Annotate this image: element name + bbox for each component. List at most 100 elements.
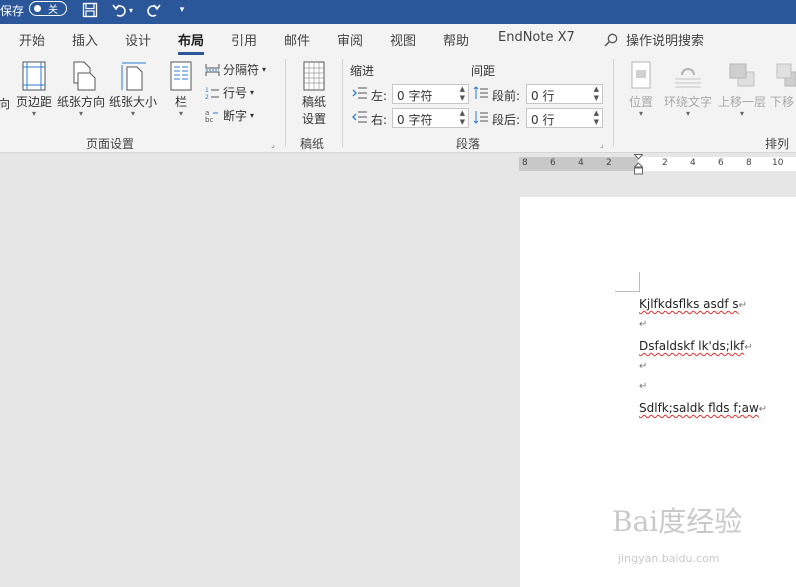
group-divider — [613, 59, 614, 147]
indent-right-label: 右: — [371, 113, 388, 127]
paragraph-mark-icon: ↵ — [639, 381, 648, 392]
redo-icon[interactable] — [143, 0, 163, 20]
bring-forward-label: 上移一层 — [717, 95, 766, 109]
spacing-before-input[interactable]: 0 行 ▲ ▼ — [526, 84, 603, 104]
tab-help[interactable]: 帮助 — [443, 30, 469, 49]
paragraph[interactable]: Sdlfk;saldk flds f;aw↵ — [639, 401, 767, 415]
position-icon — [631, 61, 651, 89]
spacing-after-input[interactable]: 0 行 ▲ ▼ — [526, 108, 603, 128]
indent-right-input[interactable]: 0 字符 ▲ ▼ — [392, 108, 469, 128]
draft-group-label: 稿纸 — [300, 137, 325, 151]
customize-toolbar-icon[interactable]: ▾ — [172, 0, 192, 20]
hyphenation-label: 断字 — [223, 109, 248, 123]
text-direction-label: 向 — [0, 97, 11, 111]
bring-forward-button[interactable]: 上移一层 ▾ — [716, 61, 768, 118]
tab-layout[interactable]: 布局 — [178, 30, 205, 55]
ruler-tick: 10 — [772, 158, 784, 168]
ribbon-layout: 向 页边距 ▾ 纸张方向 ▾ 纸张大小 ▾ 栏 ▾ 分隔符 ▾ 12 行号 ▾ … — [0, 55, 796, 153]
undo-dropdown-icon[interactable]: ▾ — [126, 0, 136, 20]
draft-settings-label-1: 稿纸 — [301, 95, 326, 109]
size-label: 纸张大小 — [108, 95, 157, 109]
spinner-arrows-icon[interactable]: ▲ ▼ — [594, 109, 599, 127]
indent-title: 缩进 — [350, 64, 375, 78]
position-button[interactable]: 位置 ▾ — [624, 61, 658, 118]
spinner-arrows-icon[interactable]: ▲ ▼ — [460, 85, 465, 103]
ruler-tick: 2 — [606, 158, 612, 168]
ruler-tick: 8 — [522, 158, 528, 168]
line-numbers-icon: 12 — [205, 87, 219, 100]
position-label: 位置 — [628, 95, 653, 109]
group-divider — [342, 59, 343, 147]
paragraph[interactable]: ↵ — [639, 358, 647, 372]
ruler-tick: 4 — [690, 158, 696, 168]
size-button[interactable]: 纸张大小 ▾ — [108, 61, 158, 118]
paragraph[interactable]: ↵ — [639, 316, 647, 330]
hyphenation-dropdown-icon: ▾ — [250, 111, 255, 120]
bring-forward-dropdown-icon: ▾ — [739, 109, 744, 118]
breaks-icon — [205, 63, 220, 76]
svg-text:bc: bc — [205, 116, 213, 123]
spacing-after-icon — [473, 111, 488, 124]
line-numbers-button[interactable]: 12 行号 ▾ — [205, 84, 254, 101]
page-setup-launcher-icon[interactable]: ⌟ — [271, 140, 275, 149]
group-divider — [285, 59, 286, 147]
draft-settings-button[interactable]: 稿纸 设置 — [295, 61, 333, 127]
spacing-title: 间距 — [471, 64, 496, 78]
margins-label: 页边距 — [15, 95, 52, 109]
tell-me-label: 操作说明搜索 — [626, 34, 705, 49]
paragraph-text: Dsfaldskf lk'ds;lkf — [639, 339, 745, 353]
horizontal-ruler[interactable]: 8 6 4 2 2 4 6 8 10 — [519, 154, 796, 175]
paragraph[interactable]: Kjlfkdsflks asdf s↵ — [639, 297, 747, 311]
paragraph[interactable]: Dsfaldskf lk'ds;lkf↵ — [639, 339, 753, 353]
tab-review[interactable]: 审阅 — [337, 30, 363, 49]
hyphenation-button[interactable]: a bc 断字 ▾ — [205, 107, 254, 124]
autosave-toggle[interactable]: 关 — [29, 1, 67, 16]
tab-design[interactable]: 设计 — [125, 30, 151, 49]
autosave-state: 关 — [48, 5, 58, 16]
search-icon — [604, 33, 618, 47]
columns-button[interactable]: 栏 ▾ — [168, 61, 194, 118]
breaks-button[interactable]: 分隔符 ▾ — [205, 61, 266, 78]
paragraph-text: Sdlfk;saldk flds f;aw — [639, 401, 759, 415]
paragraph-mark-icon: ↵ — [744, 342, 753, 353]
wrap-text-button[interactable]: 环绕文字 ▾ — [662, 61, 714, 118]
baidu-watermark-logo: Bai度经验 — [612, 505, 743, 538]
tab-view[interactable]: 视图 — [390, 30, 416, 49]
svg-text:2: 2 — [205, 94, 209, 100]
indent-left-input[interactable]: 0 字符 ▲ ▼ — [392, 84, 469, 104]
save-icon[interactable] — [80, 0, 100, 20]
columns-dropdown-icon: ▾ — [178, 109, 183, 118]
toggle-knob — [34, 5, 41, 12]
indent-right-icon — [352, 111, 367, 123]
tab-endnote[interactable]: EndNote X7 — [498, 30, 575, 45]
size-icon — [121, 62, 146, 91]
spacing-after-label: 段后: — [492, 113, 521, 127]
tell-me-search[interactable]: 操作说明搜索 — [604, 30, 704, 49]
orientation-button[interactable]: 纸张方向 ▾ — [56, 61, 106, 118]
spinner-arrows-icon[interactable]: ▲ ▼ — [460, 109, 465, 127]
text-direction-button[interactable]: 向 — [0, 95, 10, 112]
indent-marker-icon[interactable] — [634, 154, 643, 176]
spacing-before-value: 0 行 — [531, 89, 555, 103]
tab-insert[interactable]: 插入 — [72, 30, 98, 49]
paragraph-launcher-icon[interactable]: ⌟ — [600, 140, 604, 149]
margins-button[interactable]: 页边距 ▾ — [14, 61, 54, 118]
spacing-after-value: 0 行 — [531, 113, 555, 127]
margin-corner-mark — [615, 272, 640, 292]
columns-icon — [170, 61, 192, 91]
wrap-text-label: 环绕文字 — [663, 95, 712, 109]
spacing-before-icon — [473, 86, 488, 99]
tab-home[interactable]: 开始 — [19, 30, 45, 49]
indent-left-label: 左: — [371, 89, 388, 103]
margins-icon — [22, 61, 46, 91]
autosave-label: 保存 — [0, 4, 25, 18]
spinner-arrows-icon[interactable]: ▲ ▼ — [594, 85, 599, 103]
tab-mailings[interactable]: 邮件 — [284, 30, 310, 49]
columns-label: 栏 — [174, 95, 187, 109]
indent-right-value: 0 字符 — [397, 113, 433, 127]
tab-references[interactable]: 引用 — [231, 30, 257, 49]
paragraph-mark-icon: ↵ — [738, 300, 748, 311]
hyphenation-icon: abc — [205, 109, 218, 123]
paragraph[interactable]: ↵ — [639, 378, 647, 392]
send-backward-button[interactable]: 下移 — [770, 61, 796, 110]
